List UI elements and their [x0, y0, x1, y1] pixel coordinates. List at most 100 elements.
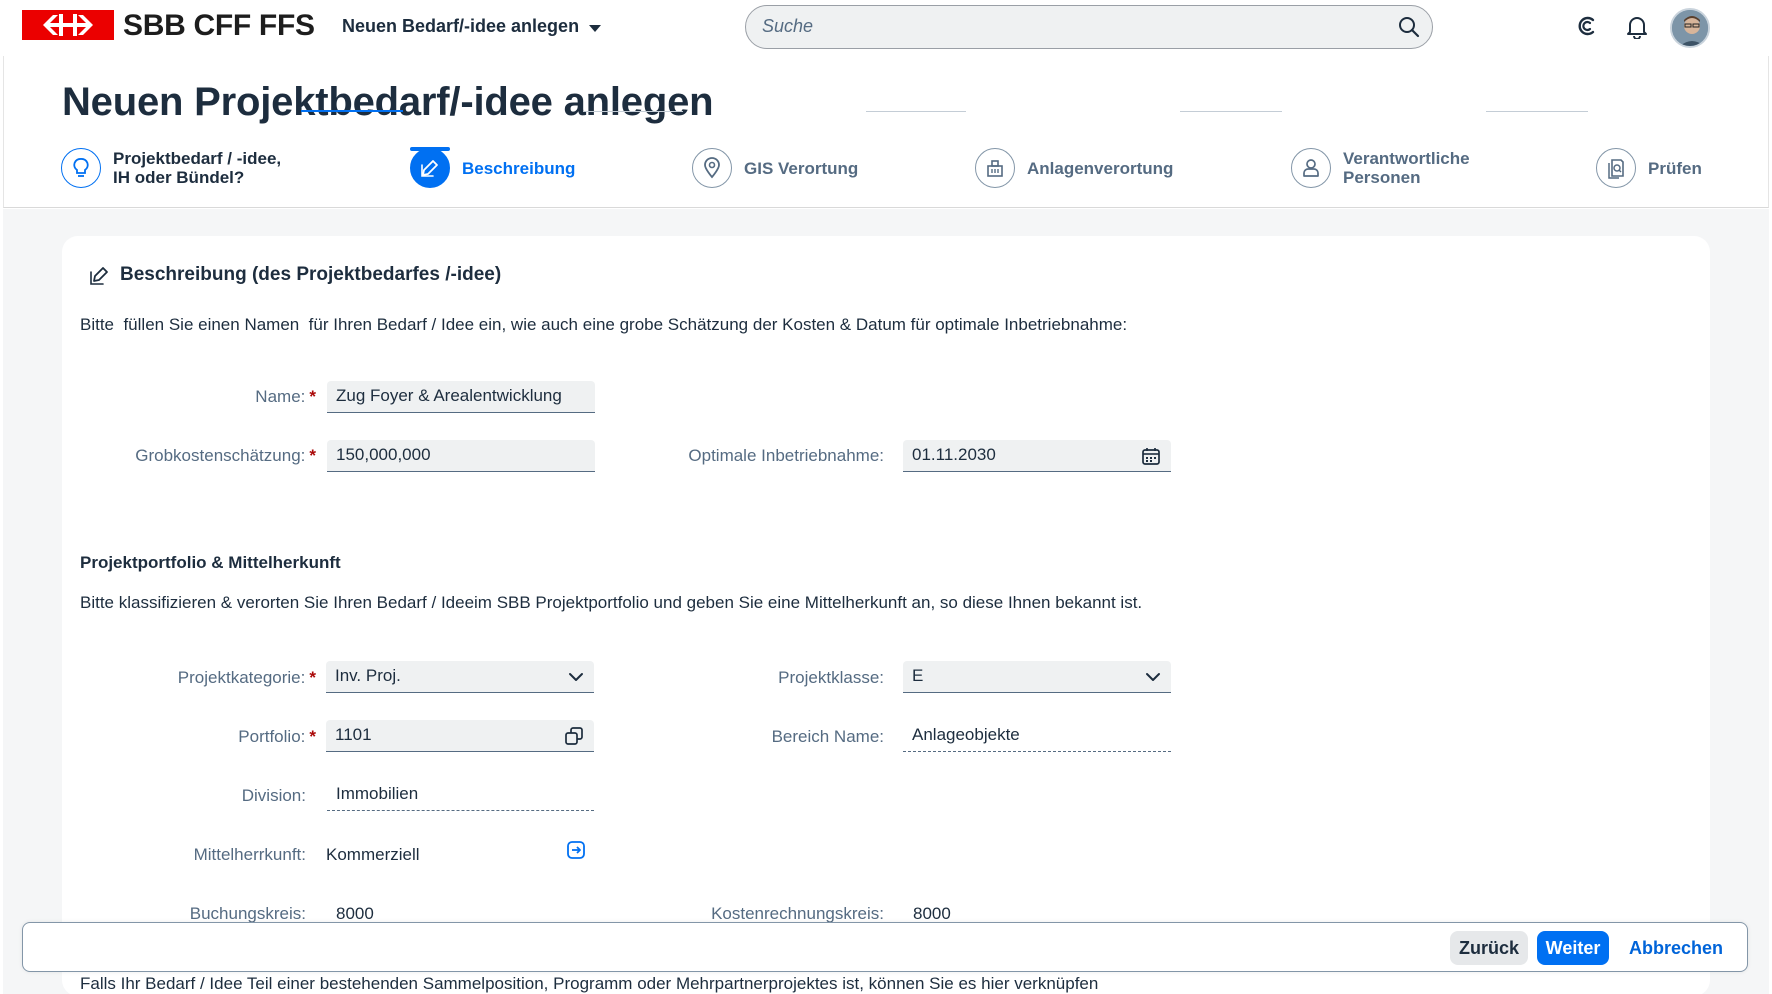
- wizard-step-circle: [975, 148, 1015, 188]
- area-name-value: Anlageobjekte: [903, 720, 1171, 752]
- controlling-area-label: Kostenrechnungskreis:: [711, 904, 884, 923]
- project-category-value: Inv. Proj.: [335, 666, 401, 685]
- portfolio-value: 1101: [335, 725, 372, 744]
- page-title: Neuen Projektbedarf/-idee anlegen: [62, 80, 714, 124]
- division-value: Immobilien: [327, 779, 594, 811]
- cost-estimate-input[interactable]: 150,000,000: [327, 440, 595, 472]
- section-title-text: Beschreibung (des Projektbedarfes /-idee…: [120, 264, 502, 285]
- wizard-step-label: Prüfen: [1648, 158, 1702, 178]
- wizard-step-label: Verantwortliche Personen: [1343, 149, 1470, 187]
- project-category-label-text: Projektkategorie:: [177, 668, 306, 687]
- section-title: Beschreibung (des Projektbedarfes /-idee…: [88, 264, 501, 286]
- wizard-step-description[interactable]: Beschreibung: [410, 148, 575, 188]
- chevron-down-icon[interactable]: [568, 671, 584, 683]
- controlling-area-value: 8000: [913, 904, 951, 923]
- wizard-step-circle: [1596, 148, 1636, 188]
- portfolio-value-help-input[interactable]: 1101: [326, 720, 594, 752]
- commissioning-date-picker[interactable]: 01.11.2030: [903, 440, 1171, 472]
- active-step-indicator: [410, 147, 450, 151]
- location-icon: [704, 157, 720, 179]
- portfolio-label-text: Portfolio:: [238, 727, 306, 746]
- wizard-step-gis[interactable]: GIS Verortung: [692, 148, 858, 188]
- user-photo-icon: [1672, 10, 1708, 46]
- lightbulb-icon: [73, 158, 89, 177]
- wizard-step-label-line: Verantwortliche: [1343, 149, 1470, 168]
- commissioning-date-value: 01.11.2030: [912, 445, 996, 464]
- required-marker: *: [309, 387, 316, 406]
- form-card: [62, 236, 1710, 994]
- wizard-connector: [583, 111, 683, 112]
- cost-estimate-label-text: Grobkostenschätzung:: [135, 446, 306, 465]
- wizard-step-circle: [410, 148, 450, 188]
- user-avatar[interactable]: [1670, 8, 1710, 48]
- funding-source-label: Mittelherrkunft:: [193, 845, 306, 864]
- wizard-step-responsible[interactable]: Verantwortliche Personen: [1291, 148, 1470, 188]
- shell-bar: SBB CFF FFS Neuen Bedarf/-idee anlegen: [0, 0, 1772, 56]
- project-category-label: Projektkategorie: *: [120, 668, 316, 688]
- wizard-step-label-line: IH oder Bündel?: [113, 168, 245, 187]
- name-input[interactable]: Zug Foyer & Arealentwicklung: [327, 381, 595, 413]
- required-marker: *: [309, 668, 316, 687]
- wizard-connector: [1180, 111, 1282, 112]
- back-button[interactable]: Zurück: [1450, 931, 1528, 965]
- cost-estimate-label: Grobkostenschätzung: *: [100, 446, 316, 466]
- portfolio-intro: Bitte klassifizieren & verorten Sie Ihre…: [80, 593, 1143, 612]
- joule-icon[interactable]: [1576, 15, 1598, 37]
- project-class-label: Projektklasse:: [778, 668, 884, 687]
- funding-source-value: Kommerziell: [326, 845, 420, 864]
- person-icon: [1303, 159, 1319, 177]
- chevron-down-icon[interactable]: [1145, 671, 1161, 683]
- wizard-connector: [866, 111, 966, 112]
- wizard-connector-done: [301, 110, 403, 112]
- portfolio-label: Portfolio: *: [150, 727, 316, 747]
- navigate-link-icon[interactable]: [566, 840, 586, 860]
- wizard-step-review[interactable]: Prüfen: [1596, 148, 1702, 188]
- building-icon: [987, 160, 1003, 177]
- edit-icon: [90, 267, 108, 285]
- notification-bell-icon[interactable]: [1626, 15, 1648, 39]
- next-button[interactable]: Weiter: [1537, 931, 1609, 965]
- section-intro: Bitte füllen Sie einen Namen für Ihren B…: [80, 315, 1128, 334]
- commissioning-date-label: Optimale Inbetriebnahme:: [688, 446, 884, 465]
- wizard-step-label: Beschreibung: [462, 158, 576, 178]
- wizard-step-circle: [692, 148, 732, 188]
- caret-down-icon: [589, 24, 602, 32]
- division-label: Division:: [241, 786, 306, 805]
- wizard-step-asset-location[interactable]: Anlagenverortung: [975, 148, 1173, 188]
- wizard-connector: [1486, 111, 1588, 112]
- footer-toolbar: Zurück Weiter Abbrechen: [22, 922, 1748, 972]
- value-help-icon[interactable]: [564, 726, 584, 746]
- search-field[interactable]: [745, 5, 1433, 49]
- search-input[interactable]: [762, 6, 1362, 47]
- project-class-select[interactable]: E: [903, 661, 1171, 693]
- wizard-step-label: Anlagenverortung: [1027, 158, 1174, 178]
- brand-name: SBB CFF FFS: [123, 9, 315, 42]
- project-class-value: E: [912, 666, 924, 685]
- company-code-label: Buchungskreis:: [189, 904, 306, 923]
- name-label-text: Name:: [255, 387, 306, 406]
- area-name-label: Bereich Name:: [771, 727, 884, 746]
- sbb-logo-icon: [43, 14, 93, 36]
- review-icon: [1608, 159, 1624, 179]
- wizard-step-circle: [1291, 148, 1331, 188]
- wizard-step-circle: [61, 148, 101, 188]
- edit-icon: [421, 160, 438, 177]
- wizard-step-label: GIS Verortung: [744, 158, 859, 178]
- cancel-button[interactable]: Abbrechen: [1621, 931, 1731, 965]
- wizard-step-type[interactable]: Projektbedarf / -idee, IH oder Bündel?: [61, 148, 281, 188]
- wizard-step-label-line: Projektbedarf / -idee,: [113, 149, 282, 168]
- project-category-select[interactable]: Inv. Proj.: [326, 661, 594, 693]
- company-code-value: 8000: [336, 904, 374, 923]
- app-title: Neuen Bedarf/-idee anlegen: [342, 16, 580, 36]
- sbb-logo[interactable]: [22, 10, 114, 40]
- wizard-step-label: Projektbedarf / -idee, IH oder Bündel?: [113, 149, 281, 187]
- calendar-icon[interactable]: [1141, 446, 1161, 466]
- portfolio-heading: Projektportfolio & Mittelherkunft: [80, 553, 341, 572]
- required-marker: *: [309, 446, 316, 465]
- search-icon[interactable]: [1398, 16, 1420, 38]
- app-title-menu[interactable]: Neuen Bedarf/-idee anlegen: [342, 16, 602, 37]
- link-hint-text: Falls Ihr Bedarf / Idee Teil einer beste…: [80, 974, 1099, 993]
- required-marker: *: [309, 727, 316, 746]
- wizard-step-label-line: Personen: [1343, 168, 1421, 187]
- name-label: Name: *: [150, 387, 316, 407]
